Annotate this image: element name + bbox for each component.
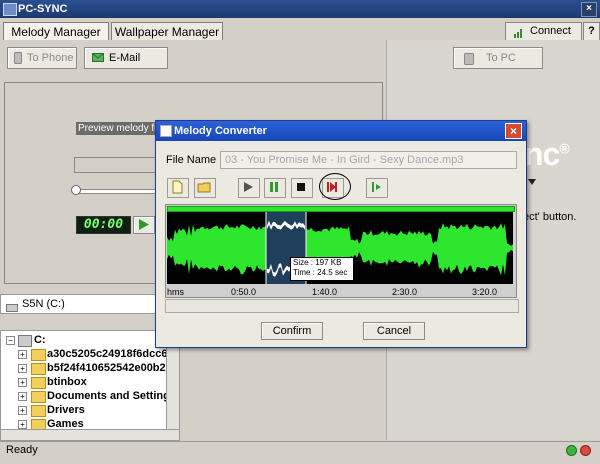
dialog-app-icon (160, 125, 172, 137)
collapse-icon[interactable]: − (6, 336, 15, 345)
folder-icon (31, 391, 46, 403)
mail-icon (92, 53, 104, 65)
dialog-titlebar[interactable]: Melody Converter × (156, 121, 526, 141)
pc-icon (464, 52, 474, 72)
timeline-tick: 1:40.0 (312, 287, 338, 297)
tree-item-label: a30c5205c24918f6dcc6 (47, 348, 167, 360)
tree-item-label: Documents and Settings (47, 390, 167, 402)
preview-melody-label: Preview melody file (76, 122, 160, 135)
folder-icon (31, 377, 46, 389)
email-label: E-Mail (109, 52, 141, 64)
file-name-field: 03 - You Promise Me - In Gird - Sexy Dan… (220, 151, 517, 169)
stop-button[interactable] (291, 178, 313, 198)
new-button[interactable] (167, 178, 189, 198)
phone-icon (14, 52, 22, 67)
folder-icon (31, 349, 46, 361)
expand-icon[interactable]: + (18, 364, 27, 373)
play-icon (139, 219, 149, 230)
window-title: PC-SYNC (18, 3, 68, 15)
status-red-icon (580, 445, 591, 459)
preview-progress-bar (74, 157, 158, 173)
tree-item-label: btinbox (47, 376, 87, 388)
connect-label: Connect (530, 25, 571, 37)
expand-icon[interactable]: + (18, 420, 27, 429)
to-pc-button[interactable]: To PC (453, 47, 543, 69)
selection-highlight-circle (319, 173, 351, 200)
folder-icon (31, 405, 46, 417)
stop-icon (297, 183, 305, 191)
timeline-tick: 2:30.0 (392, 287, 418, 297)
folder-tree[interactable]: − C: + a30c5205c24918f6dcc6 + b5f24f4106… (0, 330, 167, 430)
status-text: Ready (6, 444, 38, 456)
split-icon (372, 182, 381, 192)
expand-icon[interactable]: + (18, 378, 27, 387)
open-folder-icon (197, 182, 211, 193)
tree-horizontal-scrollbar[interactable] (0, 429, 180, 441)
to-pc-label: To PC (486, 52, 516, 64)
dialog-close-button[interactable]: × (505, 123, 522, 139)
app-icon (3, 3, 17, 16)
status-green-icon (566, 445, 577, 459)
registered-mark: ® (559, 140, 569, 157)
timeline-tick: 0:50.0 (231, 287, 257, 297)
preview-play-button[interactable] (133, 216, 155, 234)
expand-icon[interactable]: + (18, 406, 27, 415)
seek-slider-handle[interactable] (71, 185, 81, 195)
expand-icon[interactable]: + (18, 392, 27, 401)
cancel-button[interactable]: Cancel (363, 322, 425, 340)
folder-icon (31, 363, 46, 375)
tree-root-label: C: (34, 334, 46, 346)
logo-text: nc (524, 136, 560, 172)
help-button[interactable]: ? (583, 22, 600, 41)
email-button[interactable]: E-Mail (84, 47, 168, 69)
drive-icon (6, 300, 18, 318)
connect-hint: ect' button. (523, 211, 577, 223)
dropdown-arrow-icon (528, 176, 536, 185)
drive-label: S5N (C:) (22, 298, 65, 310)
open-button[interactable] (194, 178, 216, 198)
new-file-icon (172, 180, 183, 194)
drive-icon (18, 335, 32, 347)
melody-converter-dialog: Melody Converter × File Name 03 - You Pr… (155, 120, 527, 348)
tooltip-time: Time : 24.5 sec (293, 268, 348, 277)
pc-sync-logo: nc® (524, 136, 570, 173)
status-bar (0, 441, 600, 464)
seek-slider-track[interactable] (76, 189, 158, 194)
expand-icon[interactable]: + (18, 350, 27, 359)
to-phone-label: To Phone (27, 52, 74, 64)
tree-item-label: Drivers (47, 404, 85, 416)
tree-item-label: b5f24f410652542e00b2 (47, 362, 166, 374)
window-close-button[interactable]: × (581, 2, 597, 17)
tab-melody-manager[interactable]: Melody Manager (3, 22, 109, 41)
pause-icon (270, 182, 278, 192)
confirm-button[interactable]: Confirm (261, 322, 323, 340)
timeline-tick: 3:20.0 (472, 287, 498, 297)
timeline-unit: hms (167, 287, 185, 297)
split-button[interactable] (366, 178, 388, 198)
dialog-title: Melody Converter (174, 125, 267, 137)
signal-icon (514, 27, 522, 38)
file-name-label: File Name (166, 154, 217, 166)
pause-button[interactable] (264, 178, 286, 198)
connect-button[interactable]: Connect (505, 22, 582, 41)
play-icon (244, 182, 253, 192)
tooltip-size: Size : 197 KB (293, 258, 342, 267)
window-titlebar[interactable]: PC-SYNC × (0, 0, 600, 18)
selection-tooltip: Size : 197 KB Time : 24.5 sec (290, 257, 354, 281)
time-display: 00:00 (76, 216, 131, 234)
play-button[interactable] (238, 178, 260, 198)
to-phone-button[interactable]: To Phone (7, 47, 77, 69)
tab-wallpaper-manager[interactable]: Wallpaper Manager (111, 22, 223, 41)
waveform-scrollbar[interactable] (165, 299, 519, 313)
